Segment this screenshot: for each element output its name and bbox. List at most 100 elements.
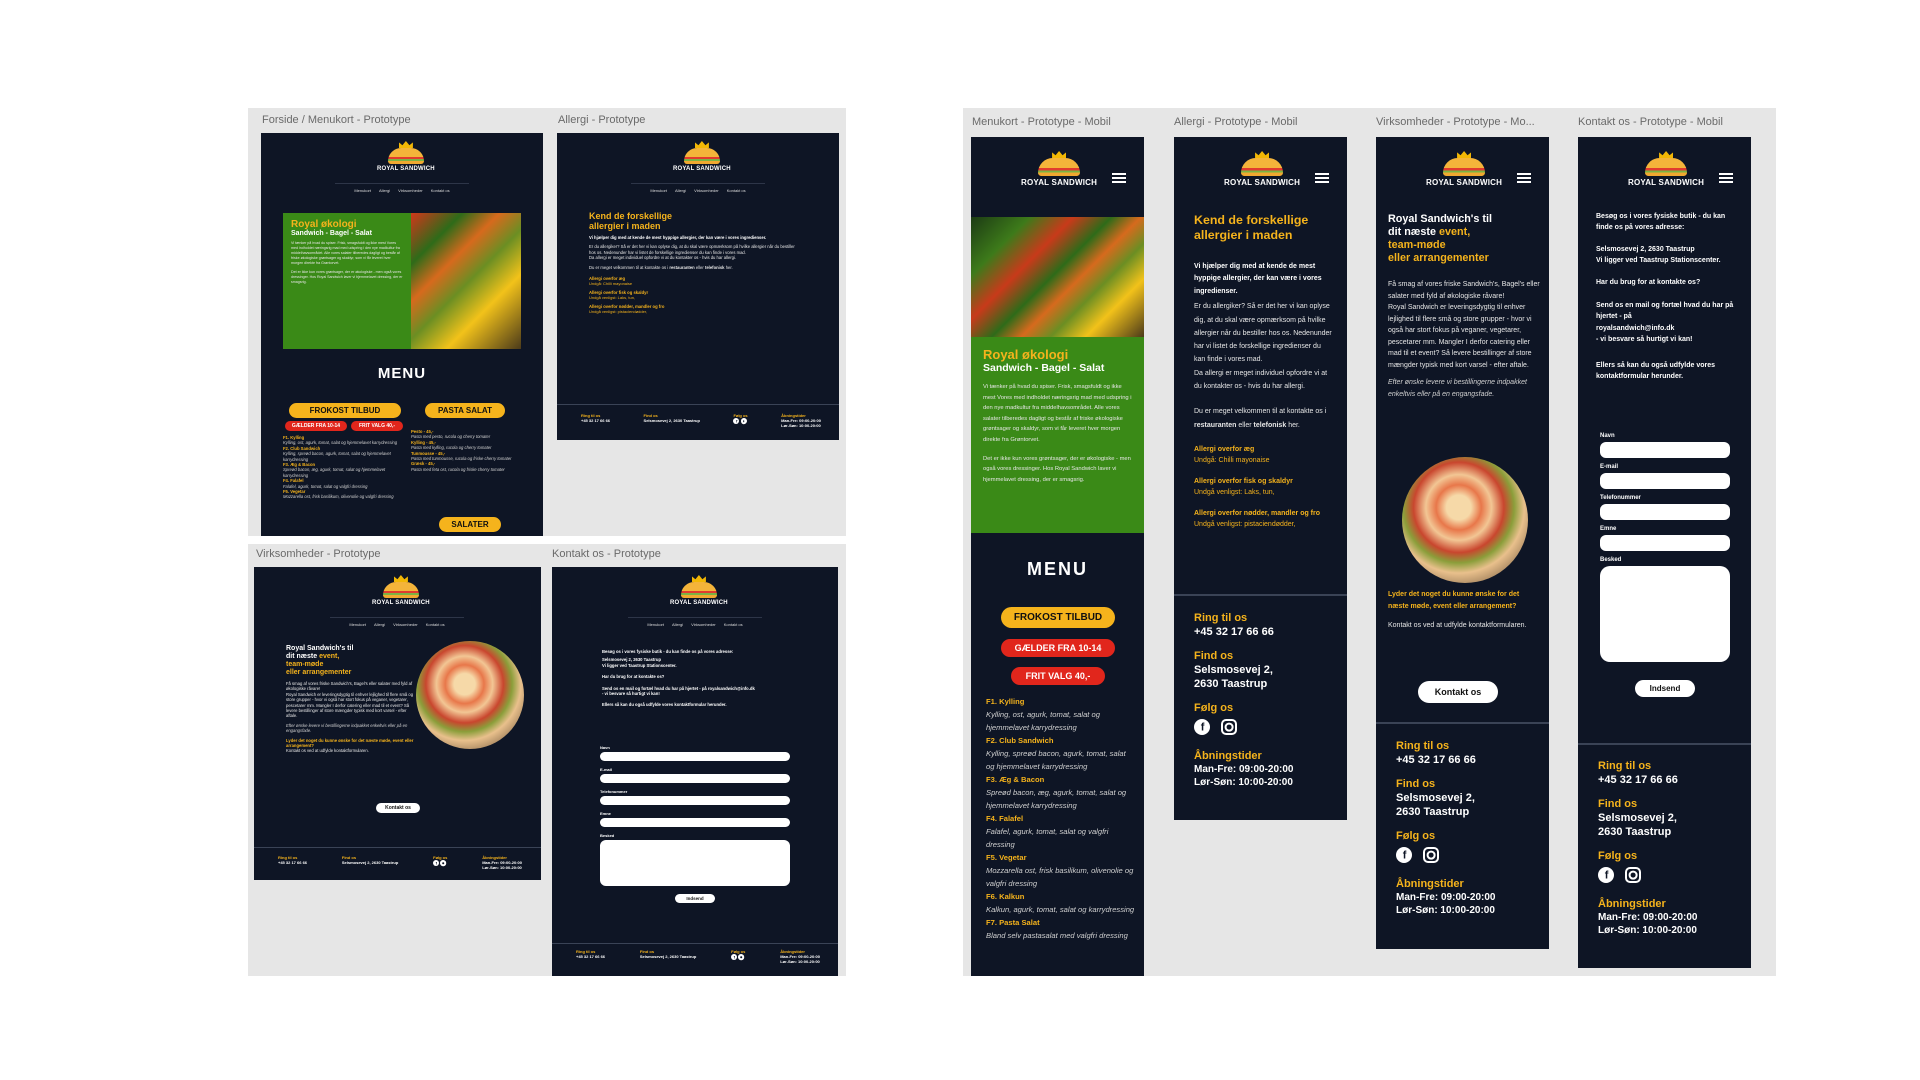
frame-label-desktop-virksomheder[interactable]: Virksomheder - Prototype <box>256 548 381 560</box>
message-field[interactable] <box>600 840 790 886</box>
footer: Ring til os +45 32 17 66 66 Find os Sels… <box>1194 611 1334 789</box>
menu-list: F1. Kylling Kylling, ost, agurk, tomat, … <box>986 697 1135 940</box>
hero-text: Vi tænker på hvad du spiser. Frisk, smag… <box>291 241 400 265</box>
logo[interactable]: ROYAL SANDWICH <box>1426 151 1502 187</box>
hero-title: Royal økologi <box>983 347 1069 362</box>
name-field[interactable] <box>600 752 790 761</box>
nav-item-virksomheder[interactable]: Virksomheder <box>694 188 719 193</box>
hamburger-menu-icon[interactable] <box>1112 173 1126 183</box>
contact-form: Navn E-mail Telefonummer Emne Besked Ind… <box>1600 433 1730 697</box>
instagram-icon[interactable] <box>740 418 747 424</box>
hamburger-menu-icon[interactable] <box>1315 173 1329 183</box>
instagram-icon[interactable] <box>440 860 447 866</box>
frame-label-mobile-kontakt[interactable]: Kontakt os - Prototype - Mobil <box>1578 116 1723 128</box>
frokost-tilbud-button[interactable]: FROKOST TILBUD <box>289 403 401 418</box>
kontakt-os-button[interactable]: Kontakt os <box>376 803 420 813</box>
frame-label-mobile-menu[interactable]: Menukort - Prototype - Mobil <box>972 116 1111 128</box>
facebook-icon[interactable] <box>731 954 738 960</box>
desktop-kontakt-frame: ROYAL SANDWICH Menukort Allergi Virksomh… <box>552 567 838 976</box>
frokost-tilbud-button[interactable]: FROKOST TILBUD <box>1001 607 1115 628</box>
logo[interactable]: ROYAL SANDWICH <box>1224 151 1300 187</box>
footer: Ring til os +45 32 17 66 66 Find os Sels… <box>1598 759 1738 937</box>
hero-text-2: Det er ikke kun vores grøntsager, der er… <box>983 455 1131 483</box>
subject-field[interactable] <box>1600 535 1730 551</box>
facebook-icon[interactable] <box>1396 847 1412 863</box>
instagram-icon[interactable] <box>1423 847 1440 863</box>
footer-divider <box>1376 722 1549 724</box>
facebook-icon[interactable] <box>1194 719 1210 735</box>
mobile-kontakt-frame: ROYAL SANDWICH Besøg os i vores fysiske … <box>1578 137 1751 968</box>
nav-item-virksomheder[interactable]: Virksomheder <box>398 188 423 193</box>
logo[interactable]: ROYAL SANDWICH <box>670 575 728 606</box>
email-field[interactable] <box>1600 473 1730 489</box>
nav-item-menukort[interactable]: Menukort <box>349 622 366 627</box>
menu-title: MENU <box>1027 559 1088 579</box>
subject-field[interactable] <box>600 818 790 827</box>
top-nav: Menukort Allergi Virksomheder Kontakt os <box>330 617 464 627</box>
indsend-button[interactable]: Indsend <box>1635 680 1695 697</box>
crown-icon <box>1659 151 1674 158</box>
desktop-virksomheder-frame: ROYAL SANDWICH Menukort Allergi Virksomh… <box>254 567 541 880</box>
pasta-salat-button[interactable]: PASTA SALAT <box>425 403 505 418</box>
facebook-icon[interactable] <box>433 860 440 866</box>
nav-item-allergi[interactable]: Allergi <box>379 188 390 193</box>
instagram-icon[interactable] <box>1625 867 1642 883</box>
logo[interactable]: ROYAL SANDWICH <box>372 575 430 606</box>
nav-item-virksomheder[interactable]: Virksomheder <box>691 622 716 627</box>
kontakt-content: Besøg os i vores fysiske butik - du kan … <box>602 649 755 708</box>
name-field[interactable] <box>1600 442 1730 458</box>
phone-field[interactable] <box>600 796 790 805</box>
allergi-contact-text: Du er meget velkommen til at kontakte os… <box>1194 408 1327 429</box>
logo[interactable]: ROYAL SANDWICH <box>673 141 731 172</box>
hero-panel: Royal økologi Sandwich - Bagel - Salat V… <box>283 213 411 349</box>
crown-icon <box>1457 151 1472 158</box>
contact-form: Navn E-mail Telefonummer Emne Besked Ind… <box>600 745 790 903</box>
kontakt-os-button[interactable]: Kontakt os <box>1418 681 1498 703</box>
nav-item-kontakt[interactable]: Kontakt os <box>426 622 445 627</box>
top-nav: Menukort Allergi Virksomheder Kontakt os <box>628 617 762 627</box>
salater-button[interactable]: SALATER <box>439 517 501 532</box>
sandwich-logo-icon <box>1645 158 1688 176</box>
email-field[interactable] <box>600 774 790 783</box>
nav-item-kontakt[interactable]: Kontakt os <box>727 188 746 193</box>
allergi-content: Kend de forskellige allergier i maden Vi… <box>589 211 799 314</box>
hero-panel: Royal økologi Sandwich - Bagel - Salat V… <box>971 337 1144 533</box>
nav-item-menukort[interactable]: Menukort <box>647 622 664 627</box>
nav-item-allergi[interactable]: Allergi <box>374 622 385 627</box>
logo[interactable]: ROYAL SANDWICH <box>1021 151 1097 187</box>
frame-label-desktop-allergi[interactable]: Allergi - Prototype <box>558 114 645 126</box>
nav-item-kontakt[interactable]: Kontakt os <box>431 188 450 193</box>
gaelder-badge: GÆLDER FRA 10-14 <box>285 421 347 431</box>
nav-item-kontakt[interactable]: Kontakt os <box>724 622 743 627</box>
facebook-icon[interactable] <box>1598 867 1614 883</box>
instagram-icon[interactable] <box>738 954 745 960</box>
frame-label-desktop-kontakt[interactable]: Kontakt os - Prototype <box>552 548 661 560</box>
nav-item-menukort[interactable]: Menukort <box>354 188 371 193</box>
logo[interactable]: ROYAL SANDWICH <box>377 141 435 172</box>
frit-valg-badge: FRIT VALG 40,- <box>351 421 403 431</box>
menu-list: F1. Kylling Kylling, ost, agurk, tomat, … <box>283 435 398 500</box>
nav-item-allergi[interactable]: Allergi <box>672 622 683 627</box>
frame-label-mobile-virksomheder[interactable]: Virksomheder - Prototype - Mo... <box>1376 116 1535 128</box>
nav-item-allergi[interactable]: Allergi <box>675 188 686 193</box>
vegetables-image <box>971 217 1144 337</box>
virk-content: Royal Sandwich's til dit næste event, te… <box>1388 213 1540 398</box>
nav-item-menukort[interactable]: Menukort <box>650 188 667 193</box>
logo[interactable]: ROYAL SANDWICH <box>1628 151 1704 187</box>
desktop-forside-frame: ROYAL SANDWICH Menukort Allergi Virksomh… <box>261 133 543 536</box>
facebook-icon[interactable] <box>733 418 740 424</box>
instagram-icon[interactable] <box>1221 719 1238 735</box>
hamburger-menu-icon[interactable] <box>1517 173 1531 183</box>
hero-text: Vi tænker på hvad du spiser. Frisk, smag… <box>983 384 1132 443</box>
hamburger-menu-icon[interactable] <box>1719 173 1733 183</box>
phone-field[interactable] <box>1600 504 1730 520</box>
sandwich-logo-icon <box>1443 158 1486 176</box>
nav-item-virksomheder[interactable]: Virksomheder <box>393 622 418 627</box>
frame-label-mobile-allergi[interactable]: Allergi - Prototype - Mobil <box>1174 116 1298 128</box>
frame-label-desktop-forside[interactable]: Forside / Menukort - Prototype <box>262 114 411 126</box>
message-field[interactable] <box>1600 566 1730 662</box>
frit-valg-badge: FRIT VALG 40,- <box>1011 667 1105 685</box>
kontakt-content: Besøg os i vores fysiske butik - du kan … <box>1596 213 1734 381</box>
indsend-button[interactable]: Indsend <box>675 894 715 903</box>
crown-icon <box>1255 151 1270 158</box>
